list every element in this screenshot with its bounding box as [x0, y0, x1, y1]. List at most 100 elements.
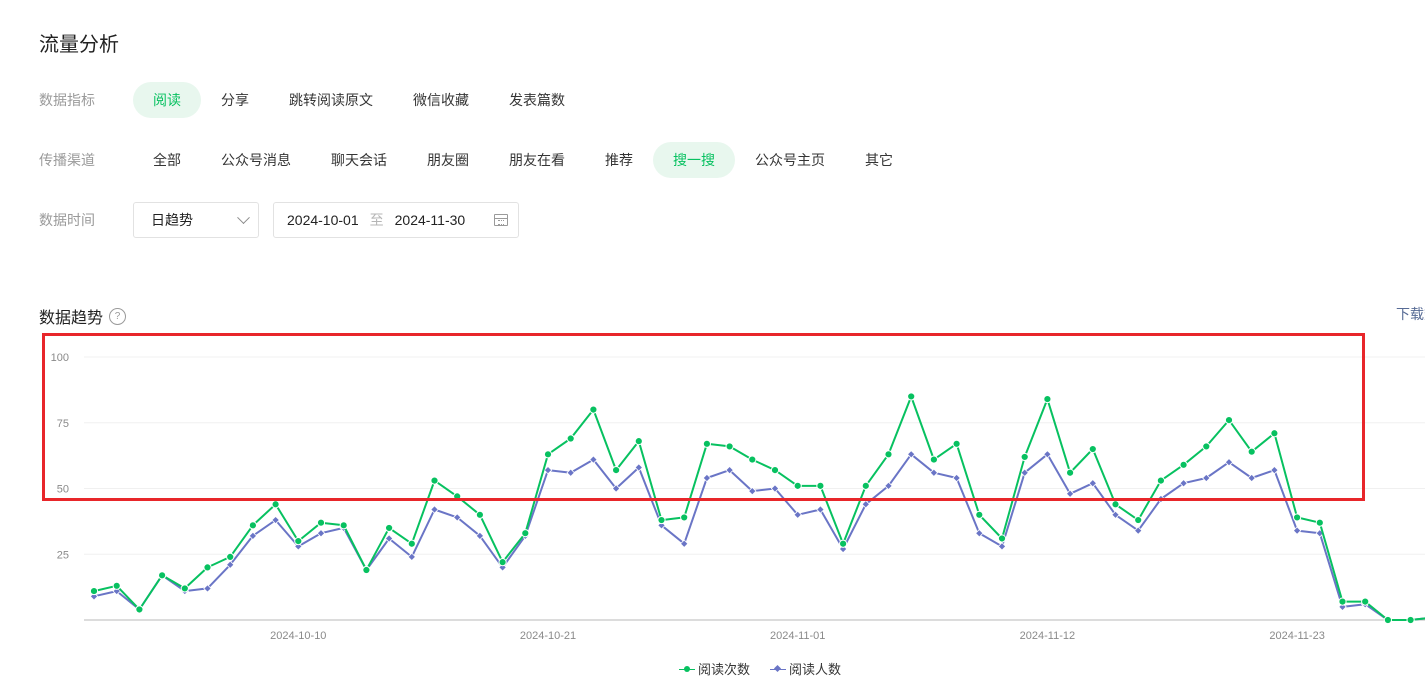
data-point	[1111, 500, 1120, 509]
data-point	[407, 539, 416, 548]
metric-option[interactable]: 微信收藏	[393, 82, 489, 118]
series-line-read-count	[93, 395, 1425, 621]
x-tick-label: 2024-11-01	[770, 630, 825, 642]
data-point	[226, 552, 235, 561]
data-point	[475, 510, 484, 519]
data-point	[657, 515, 666, 525]
time-filter-label: 数据时间	[39, 212, 95, 228]
data-point	[453, 492, 462, 501]
data-point	[112, 581, 121, 590]
diamond-marker-icon	[770, 664, 786, 674]
data-point	[1066, 468, 1075, 477]
date-range-picker[interactable]: 2024-10-01 至 2024-11-30	[273, 202, 519, 238]
data-point	[1361, 597, 1370, 606]
metric-filter-label: 数据指标	[39, 92, 95, 108]
data-point	[770, 465, 780, 475]
data-point	[839, 539, 848, 548]
data-point	[339, 521, 348, 530]
legend-label: 阅读人数	[789, 662, 842, 677]
data-point	[702, 473, 712, 483]
download-link[interactable]: 下载数据明细	[1396, 304, 1425, 324]
data-point	[884, 450, 893, 459]
data-point	[612, 465, 621, 475]
data-point	[498, 558, 507, 567]
data-point	[952, 473, 961, 483]
data-point	[1134, 515, 1143, 525]
channel-option[interactable]: 朋友圈	[407, 142, 489, 178]
channel-option[interactable]: 聊天会话	[311, 142, 407, 178]
y-tick-label: 50	[57, 484, 69, 496]
time-filter-row: 数据时间 日趋势 2024-10-01 至 2024-11-30	[39, 201, 519, 239]
metric-filter-row: 数据指标 阅读 分享 跳转阅读原文 微信收藏 发表篇数	[39, 81, 585, 119]
x-tick-label: 2024-11-12	[1020, 630, 1075, 642]
channel-option[interactable]: 朋友在看	[489, 142, 585, 178]
channel-option[interactable]: 搜一搜	[653, 142, 735, 178]
metric-option[interactable]: 分享	[201, 82, 269, 118]
channel-option[interactable]: 公众号主页	[735, 142, 845, 178]
data-point	[1315, 518, 1324, 527]
chevron-down-icon	[237, 210, 250, 224]
data-point	[1156, 476, 1166, 485]
channel-option[interactable]: 公众号消息	[201, 142, 311, 178]
data-point	[1088, 444, 1097, 454]
metric-option[interactable]: 跳转阅读原文	[269, 82, 393, 118]
data-point	[543, 465, 553, 475]
data-point	[1406, 615, 1415, 625]
data-point	[702, 439, 712, 448]
data-point	[385, 523, 394, 533]
legend-label: 阅读次数	[697, 662, 750, 677]
y-tick-label: 25	[57, 549, 69, 561]
channel-option[interactable]: 推荐	[585, 142, 653, 178]
data-point	[929, 455, 939, 464]
trend-section-title: 数据趋势 ?	[39, 304, 127, 328]
metric-option[interactable]: 发表篇数	[489, 82, 585, 118]
data-point	[589, 405, 598, 414]
data-point	[158, 571, 167, 580]
data-point	[1383, 615, 1393, 625]
data-point	[271, 500, 280, 509]
start-date[interactable]: 2024-10-01	[287, 212, 359, 228]
data-point	[1338, 597, 1347, 606]
data-point	[1293, 513, 1302, 522]
data-point	[362, 565, 371, 575]
data-point	[1270, 465, 1279, 475]
help-icon[interactable]: ?	[109, 307, 127, 325]
channel-option[interactable]: 全部	[133, 142, 201, 178]
data-point	[680, 513, 689, 522]
trend-chart: 25 50 75 100 2024-10-10 2024-10-21 2024-11-01 2…	[51, 352, 1425, 642]
data-point	[316, 518, 326, 527]
data-point	[430, 505, 439, 514]
legend-item-read-count[interactable]: 阅读次数	[678, 659, 750, 678]
y-tick-label: 100	[51, 352, 69, 364]
page-title: 流量分析	[39, 34, 119, 56]
data-point	[135, 605, 144, 614]
metric-options: 阅读 分享 跳转阅读原文 微信收藏 发表篇数	[133, 82, 585, 118]
granularity-value: 日趋势	[151, 212, 193, 228]
data-point	[203, 563, 212, 572]
granularity-select[interactable]: 日趋势	[133, 202, 259, 238]
end-date[interactable]: 2024-11-30	[395, 212, 466, 228]
trend-title: 数据趋势	[39, 310, 104, 327]
data-point	[543, 450, 553, 459]
calendar-icon[interactable]	[494, 214, 508, 226]
data-point	[1179, 460, 1188, 469]
date-separator: 至	[369, 212, 384, 228]
metric-option[interactable]: 阅读	[133, 82, 201, 118]
data-point	[294, 537, 303, 546]
y-tick-label: 75	[57, 418, 69, 430]
data-point	[1247, 447, 1256, 456]
legend-item-reader-count[interactable]: 阅读人数	[770, 659, 841, 678]
data-point	[1202, 442, 1211, 451]
data-point	[1020, 452, 1029, 462]
series-line-reader-count	[93, 453, 1425, 621]
data-point	[816, 481, 825, 490]
data-point	[997, 534, 1007, 543]
channel-filter-row: 传播渠道 全部 公众号消息 聊天会话 朋友圈 朋友在看 推荐 搜一搜 公众号主页 其它	[39, 141, 913, 179]
data-point	[907, 392, 916, 401]
channel-filter-label: 传播渠道	[39, 152, 95, 168]
data-point	[634, 437, 643, 446]
chart-legend: 阅读次数 阅读人数	[0, 659, 1425, 678]
data-point	[248, 521, 257, 530]
data-point	[975, 510, 984, 519]
channel-option[interactable]: 其它	[845, 142, 913, 178]
